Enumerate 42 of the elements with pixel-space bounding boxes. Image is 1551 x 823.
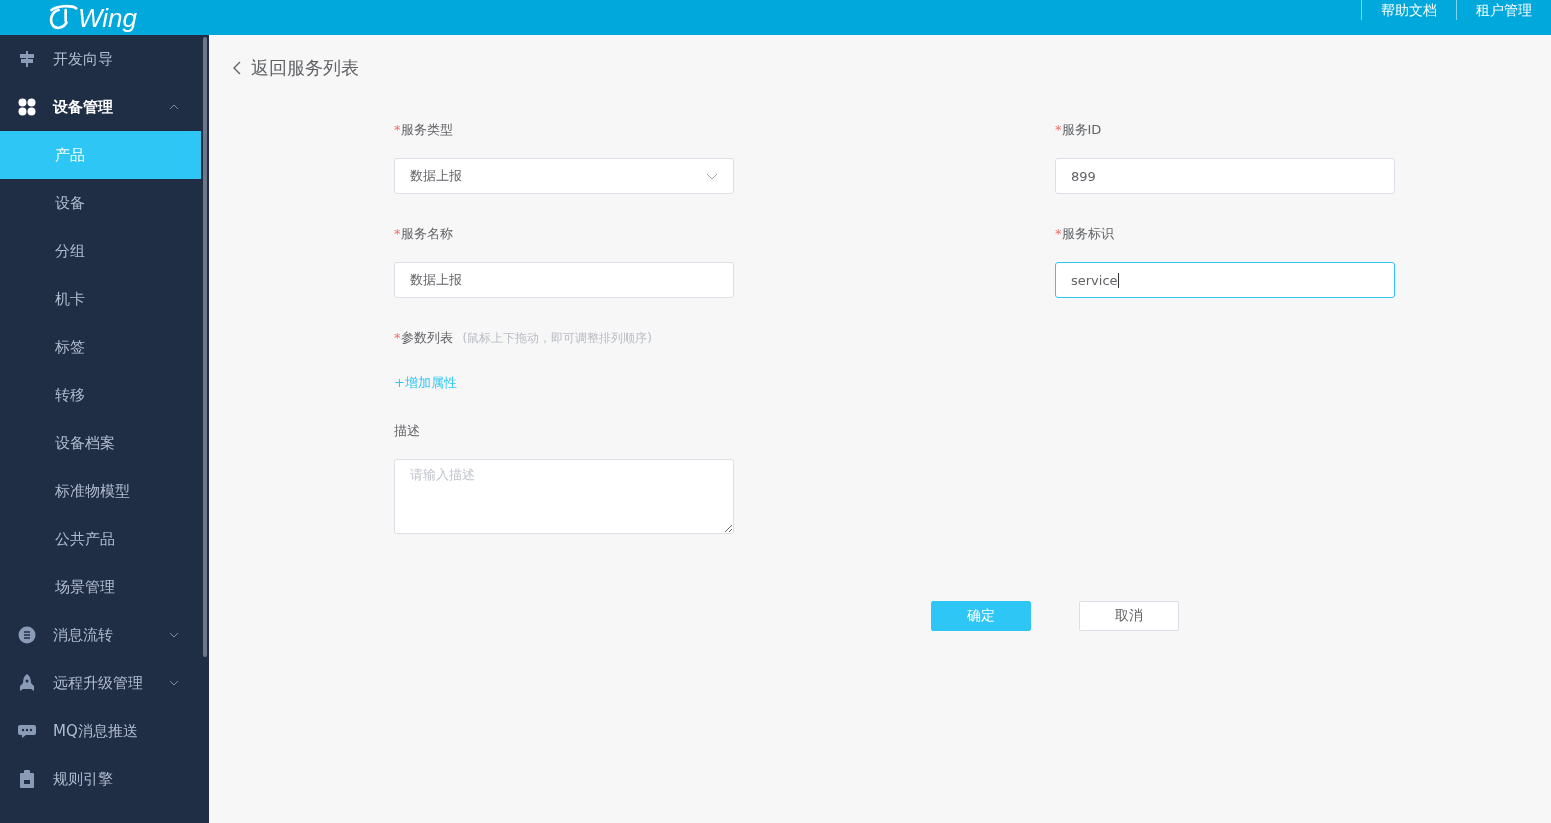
caret-down-icon — [169, 632, 179, 638]
sidebar-item[interactable]: MQ消息推送 — [0, 707, 209, 755]
logo-text: Wing — [78, 2, 137, 33]
grid-icon — [18, 98, 36, 116]
chevron-left-icon — [233, 61, 241, 75]
sidebar-subitem[interactable]: 分组 — [0, 227, 201, 275]
sidebar-subitem[interactable]: 场景管理 — [0, 563, 201, 611]
clipboard-icon — [18, 770, 36, 788]
sidebar-subitem[interactable]: 标准物模型 — [0, 467, 201, 515]
logo-swoosh-icon — [48, 3, 78, 32]
sidebar-item[interactable]: 规则引擎 — [0, 755, 209, 803]
field-label: *服务类型 — [394, 121, 454, 139]
message-icon — [18, 626, 36, 644]
sidebar-item[interactable]: 开发向导 — [0, 35, 209, 83]
caret-down-icon — [706, 172, 718, 180]
sidebar-subitem[interactable]: 标签 — [0, 323, 201, 371]
sidebar-item[interactable]: 远程升级管理 — [0, 659, 209, 707]
description-field[interactable]: 请输入描述 — [394, 459, 734, 534]
caret-up-icon — [169, 104, 179, 110]
scrollbar[interactable] — [203, 37, 207, 657]
sidebar-item[interactable]: 设备管理 — [0, 83, 209, 131]
sidebar-subitem[interactable]: 机卡 — [0, 275, 201, 323]
input-field[interactable]: 899 — [1055, 158, 1395, 194]
field-label: *服务名称 — [394, 225, 454, 243]
chat-icon — [18, 722, 36, 740]
input-field[interactable]: service — [1055, 262, 1395, 298]
field-label: *服务ID — [1055, 121, 1103, 139]
back-link[interactable]: 返回服务列表 — [233, 55, 359, 81]
select-field[interactable]: 数据上报 — [394, 158, 734, 194]
sidebar-subitem[interactable]: 公共产品 — [0, 515, 201, 563]
rocket-icon — [18, 674, 36, 692]
field-label: *参数列表 — [394, 329, 453, 347]
cancel-button[interactable]: 取消 — [1079, 601, 1179, 631]
sidebar-subitem[interactable]: 设备 — [0, 179, 201, 227]
input-field[interactable]: 数据上报 — [394, 262, 734, 298]
caret-down-icon — [169, 680, 179, 686]
sidebar-subitem[interactable]: 设备档案 — [0, 419, 201, 467]
field-label: 描述 — [394, 422, 421, 440]
field-label: *服务标识 — [1055, 225, 1115, 243]
sidebar-subitem[interactable]: 转移 — [0, 371, 201, 419]
sidebar-item[interactable]: 消息流转 — [0, 611, 209, 659]
signpost-icon — [18, 50, 36, 68]
